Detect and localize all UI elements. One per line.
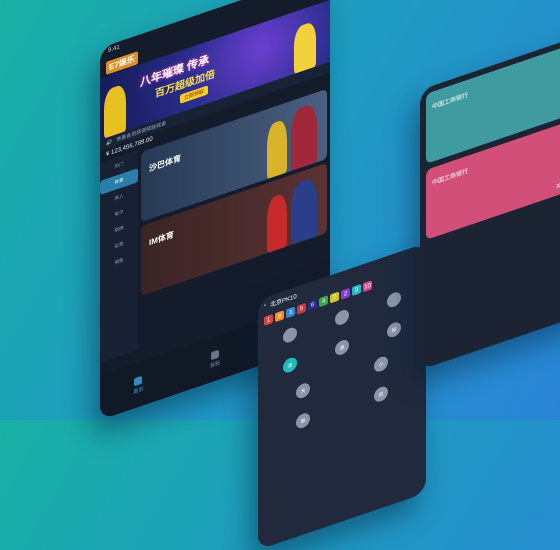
player-image <box>267 192 287 254</box>
player-image <box>104 83 126 139</box>
result-ball: 2 <box>341 287 350 300</box>
result-ball: 7 <box>330 291 339 304</box>
bet-option[interactable]: 大 <box>296 381 310 401</box>
tab-service[interactable]: 客服 <box>210 349 220 369</box>
result-ball: 8 <box>275 310 284 323</box>
bet-option[interactable]: 龙 <box>283 355 297 375</box>
bankcard-phone: 中国工商银行2234储蓄卡中国工商银行2234天津储蓄 <box>420 32 560 370</box>
tab-label: 首页 <box>133 385 144 396</box>
card-type: 天津储蓄 <box>555 177 560 191</box>
bet-option[interactable] <box>387 290 401 310</box>
result-ball: 3 <box>286 306 295 319</box>
card-label: 沙巴体育 <box>149 153 181 174</box>
result-ball: 1 <box>264 313 273 326</box>
bet-option[interactable]: 单 <box>296 411 310 431</box>
bet-option[interactable] <box>335 308 349 327</box>
category-sidebar: 热门 体育 真人 电子 棋牌 彩票 捕鱼 <box>100 150 138 363</box>
bet-option[interactable]: 双 <box>374 384 388 404</box>
result-ball: 9 <box>352 283 361 297</box>
tab-label: 客服 <box>209 359 220 370</box>
tab-home[interactable]: 首页 <box>133 375 143 395</box>
bet-option[interactable]: 虎 <box>335 338 349 357</box>
result-ball: 5 <box>297 302 306 315</box>
player-image <box>291 102 317 172</box>
bankcard-list: 中国工商银行2234储蓄卡中国工商银行2234天津储蓄 <box>420 38 560 242</box>
card-label: IM体育 <box>149 229 174 248</box>
bet-option[interactable]: 和 <box>387 320 401 340</box>
player-image <box>267 118 287 180</box>
back-icon[interactable]: ‹ <box>264 302 266 309</box>
result-ball: 10 <box>363 280 372 293</box>
bet-option[interactable]: 小 <box>374 354 388 374</box>
player-image <box>291 176 317 246</box>
bet-option[interactable] <box>283 325 297 345</box>
speaker-icon: 🔊 <box>106 138 113 147</box>
result-ball: 6 <box>308 298 317 311</box>
result-ball: 4 <box>319 295 328 308</box>
bank-name: 中国工商银行 <box>432 92 469 111</box>
player-image <box>294 20 316 75</box>
